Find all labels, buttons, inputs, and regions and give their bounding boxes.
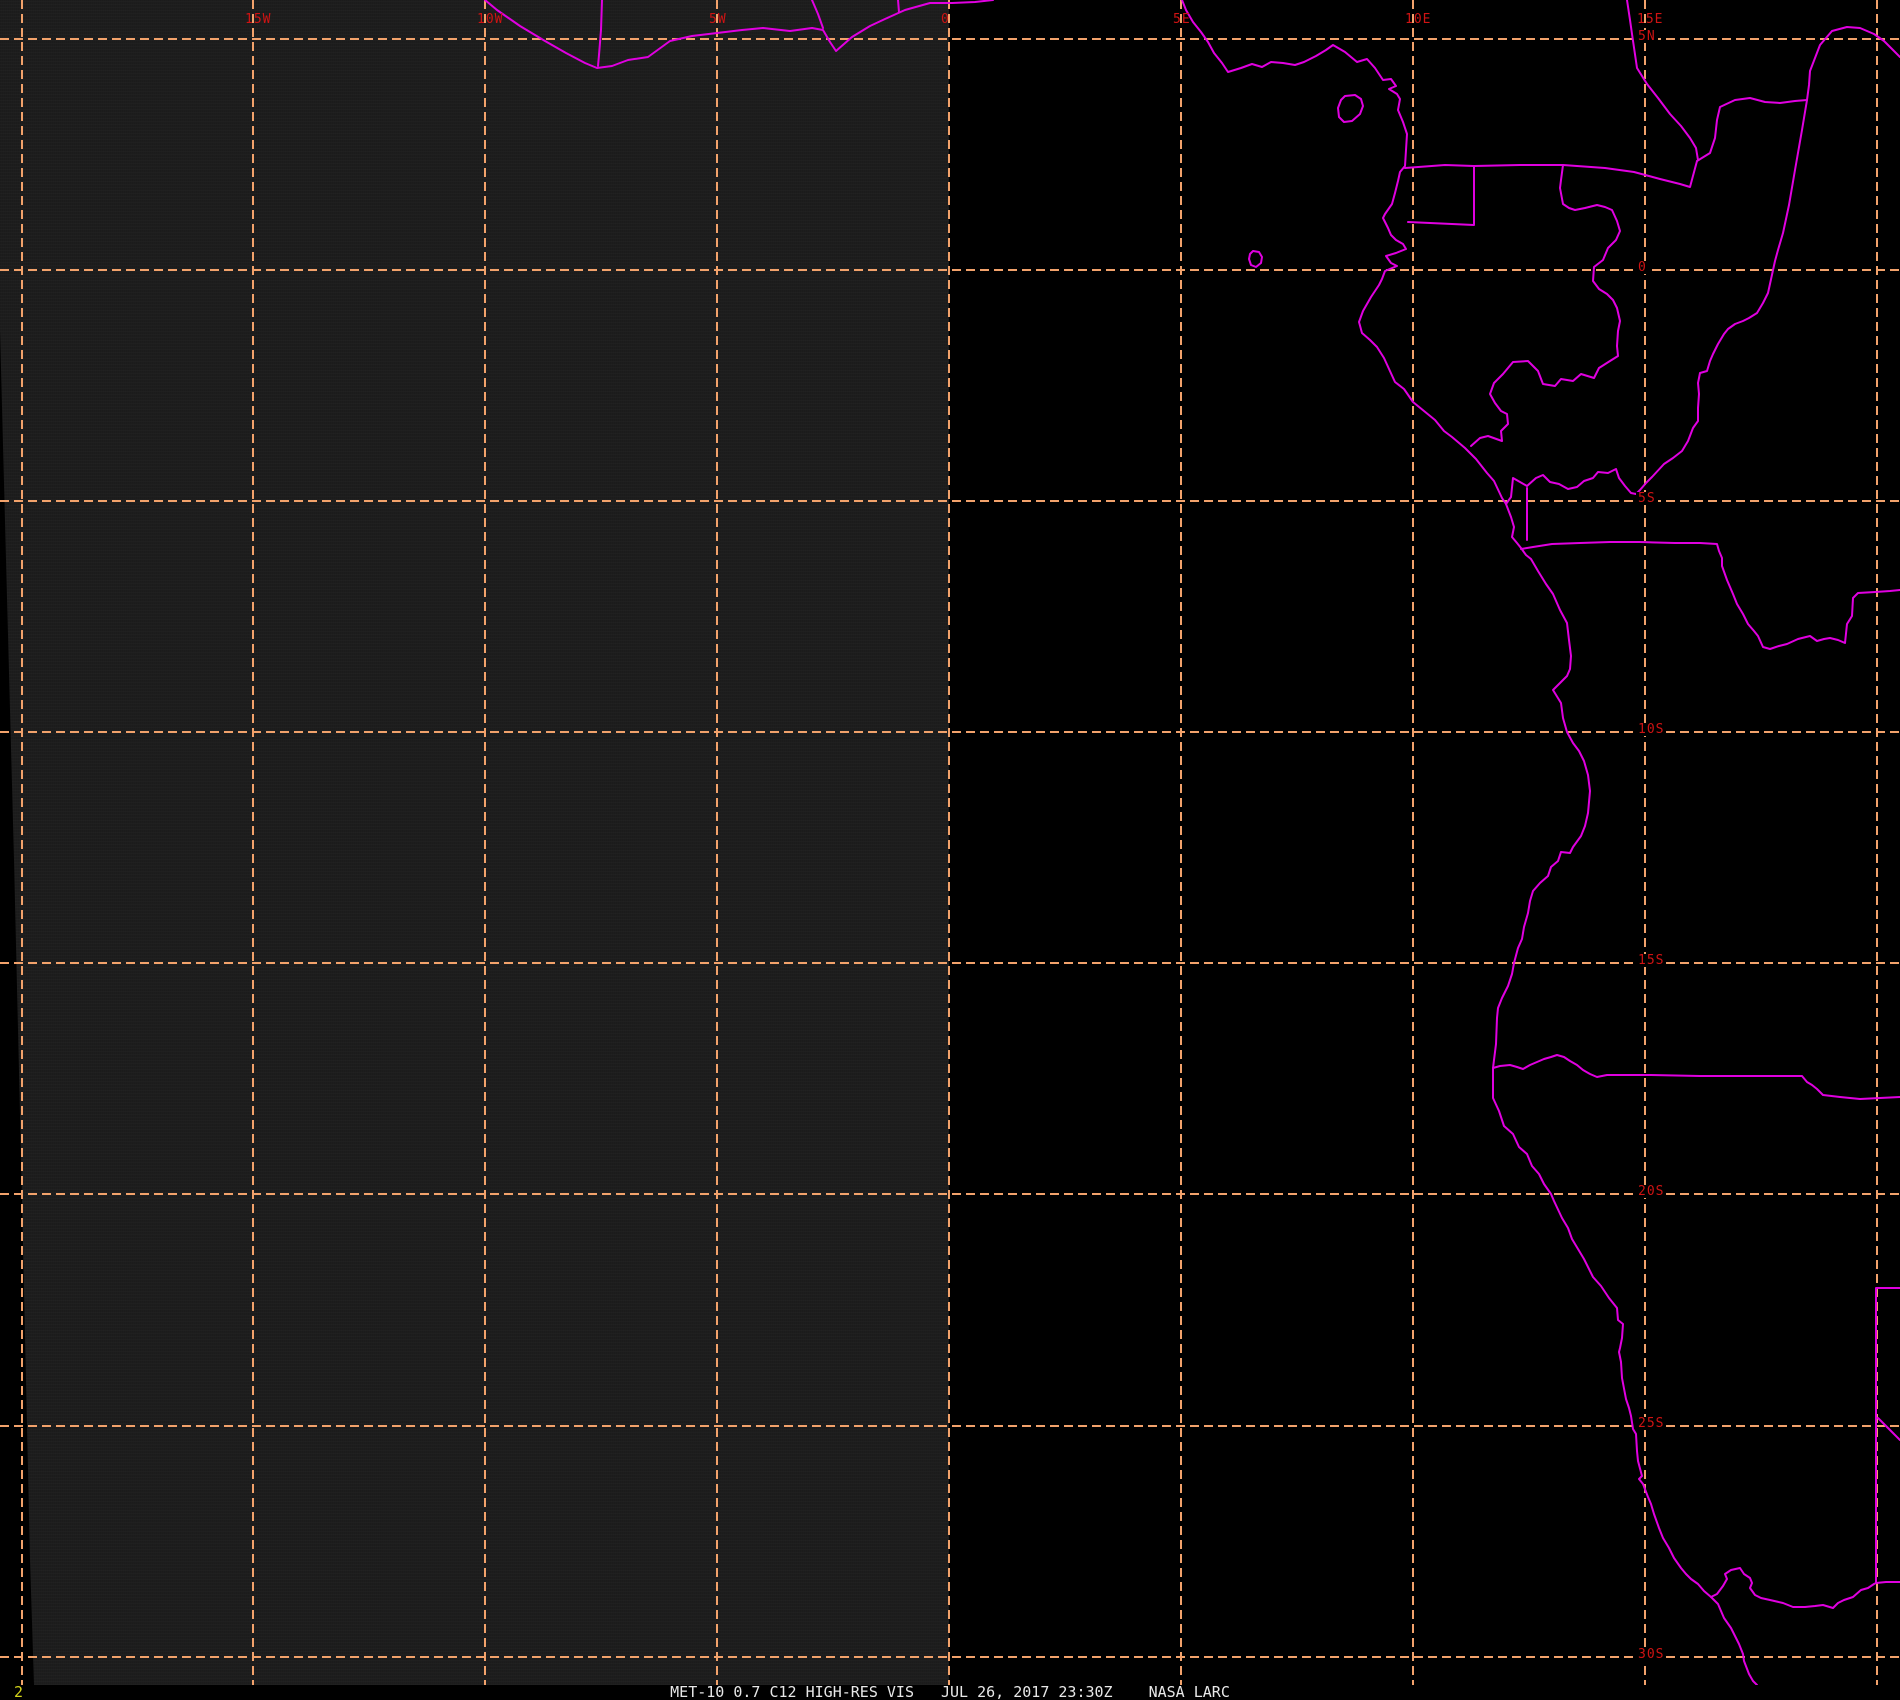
border-gabon-congo [1470,164,1621,447]
border-angola-namibia [1492,1054,1900,1100]
border-nigeria-cameroon [1626,0,1699,161]
map-canvas: 15W 10W 5W 0 5E 10E 15E 5N 0 5S 10S 15S 20S 25S 30S [0,0,1900,1685]
border-rio-muni-box [1407,165,1475,226]
island-sao-tome [1248,250,1263,268]
map-svg [0,0,1900,1685]
border-cameroon-east-arc [1696,26,1900,162]
border-stub-west-2 [811,0,824,29]
island-bioko [1337,94,1364,123]
border-congo-river [1635,99,1808,495]
coast-gulf-of-guinea [484,0,994,69]
border-stub-west-3 [897,0,900,13]
satellite-viewer: 15W 10W 5W 0 5E 10E 15E 5N 0 5S 10S 15S 20S 25S 30S 2 … [0,0,1900,1700]
border-botswana-stub [1877,1417,1900,1441]
caption-bar: 2 MET-10 0.7 C12 HIGH-RES VIS JUL 26, 20… [0,1685,1900,1700]
caption-product: MET-10 0.7 C12 HIGH-RES VIS [670,1683,914,1700]
border-congo-mouth [1505,468,1637,505]
coast-central-africa [1181,0,1758,1685]
border-cameroon-eq-guinea [1404,160,1698,188]
image-caption: MET-10 0.7 C12 HIGH-RES VIS JUL 26, 2017… [0,1685,1900,1700]
caption-source: NASA LARC [1148,1683,1230,1700]
border-angola-drc [1520,541,1900,650]
earth-limb-wedge [0,330,34,1685]
border-orange-river [1710,1567,1900,1609]
border-stub-west-1 [597,0,603,67]
caption-datetime: JUL 26, 2017 23:30Z [940,1683,1113,1700]
